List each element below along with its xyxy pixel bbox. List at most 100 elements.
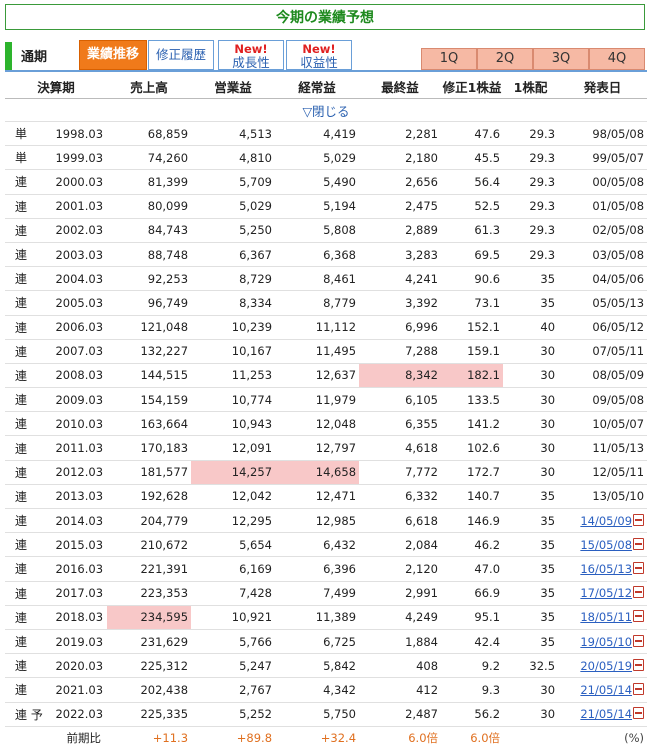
row-type: 連 xyxy=(5,605,49,630)
row-operating-profit: 10,167 xyxy=(191,339,276,364)
row-announce-date[interactable]: 19/05/10 xyxy=(558,629,648,655)
announce-date-text: 98/05/08 xyxy=(592,126,645,141)
row-ordinary-profit: 12,797 xyxy=(275,435,360,461)
announce-date-text[interactable]: 17/05/12 xyxy=(580,586,632,600)
announce-date-text: 10/05/07 xyxy=(592,416,645,431)
tab-full-year[interactable]: 通期 xyxy=(21,46,47,65)
quarter-2q-button[interactable]: 2Q xyxy=(477,48,533,70)
table-row: 連 2010.03 163,664 10,943 12,048 6,355 141.2 30 1… xyxy=(5,411,648,437)
row-type: 連 xyxy=(5,218,49,243)
announce-date-text[interactable]: 20/05/19 xyxy=(580,659,632,673)
row-operating-profit: 5,654 xyxy=(191,532,276,558)
pdf-icon[interactable] xyxy=(633,586,645,599)
row-announce-date[interactable]: 16/05/13 xyxy=(558,556,648,582)
row-operating-profit: 4,513 xyxy=(191,121,276,147)
row-period: 2007.03 xyxy=(49,339,108,364)
row-net-profit: 412 xyxy=(359,677,442,703)
announce-date-text: 13/05/10 xyxy=(592,489,645,504)
row-net-profit: 6,332 xyxy=(359,484,442,510)
row-sales: 80,099 xyxy=(107,194,192,219)
announce-date-text[interactable]: 19/05/10 xyxy=(580,635,632,649)
announce-date-text[interactable]: 21/05/14 xyxy=(580,707,632,721)
row-net-profit: 2,120 xyxy=(359,556,442,582)
row-announce-date[interactable]: 17/05/12 xyxy=(558,581,648,606)
summary-net: 6.0倍 xyxy=(408,731,439,746)
announce-date-text[interactable]: 18/05/11 xyxy=(580,610,632,624)
row-operating-profit: 10,774 xyxy=(191,387,276,413)
quarter-3q-button[interactable]: 3Q xyxy=(533,48,589,70)
announce-date-text[interactable]: 16/05/13 xyxy=(580,562,632,576)
row-dividend: 35 xyxy=(503,508,559,534)
pdf-icon[interactable] xyxy=(633,682,645,695)
pdf-icon[interactable] xyxy=(633,610,645,623)
row-sales: 181,577 xyxy=(107,460,192,485)
row-operating-profit: 10,943 xyxy=(191,411,276,437)
row-announce-date[interactable]: 20/05/19 xyxy=(558,653,648,679)
row-period: 2003.03 xyxy=(49,242,108,268)
announce-date-text[interactable]: 14/05/09 xyxy=(580,514,632,528)
collapse-toggle[interactable]: ▽閉じる xyxy=(5,98,648,122)
row-net-profit: 2,889 xyxy=(359,218,442,243)
earnings-panel: 今期の業績予想 通期 業績推移 修正履歴 New! 成長性 New! 収益性 1… xyxy=(0,0,652,745)
row-eps: 42.4 xyxy=(441,629,504,655)
row-eps: 140.7 xyxy=(441,484,504,510)
row-type: 連 xyxy=(5,363,49,389)
row-period: 2005.03 xyxy=(49,290,108,316)
announce-date-text[interactable]: 15/05/08 xyxy=(580,538,632,552)
pdf-icon[interactable] xyxy=(633,707,645,720)
row-announce-date[interactable]: 21/05/14 xyxy=(558,677,648,703)
row-operating-profit: 12,295 xyxy=(191,508,276,534)
pdf-icon[interactable] xyxy=(633,561,645,574)
row-net-profit: 2,281 xyxy=(359,121,442,147)
row-dividend: 30 xyxy=(503,460,559,485)
row-ordinary-profit: 6,368 xyxy=(275,242,360,268)
tab-growth[interactable]: New! 成長性 xyxy=(218,40,284,70)
row-period: 2018.03 xyxy=(49,605,108,630)
row-dividend: 29.3 xyxy=(503,121,559,147)
row-announce-date: 10/05/07 xyxy=(558,411,648,437)
pdf-icon[interactable] xyxy=(633,537,645,550)
table-row: 連 2016.03 221,391 6,169 6,396 2,120 47.0 35 16/0… xyxy=(5,556,648,582)
row-period: 2000.03 xyxy=(49,169,108,195)
row-ordinary-profit: 5,194 xyxy=(275,194,360,219)
header-dividend: 1株配 xyxy=(503,74,559,99)
row-eps: 9.2 xyxy=(441,653,504,679)
table-row: 連 2017.03 223,353 7,428 7,499 2,991 66.9 35 17/0… xyxy=(5,581,648,606)
table-row: 連 2000.03 81,399 5,709 5,490 2,656 56.4 29.3 00/… xyxy=(5,169,648,195)
row-eps: 159.1 xyxy=(441,339,504,364)
row-period: 2001.03 xyxy=(49,194,108,219)
row-type: 連 xyxy=(5,290,49,316)
quarter-1q-button[interactable]: 1Q xyxy=(421,48,477,70)
row-announce-date[interactable]: 21/05/14 xyxy=(558,702,648,727)
row-announce-date[interactable]: 14/05/09 xyxy=(558,508,648,534)
row-sales: 223,353 xyxy=(107,581,192,606)
row-operating-profit: 8,334 xyxy=(191,290,276,316)
row-net-profit: 2,180 xyxy=(359,145,442,171)
row-net-profit: 6,996 xyxy=(359,315,442,340)
row-sales: 74,260 xyxy=(107,145,192,171)
row-eps: 45.5 xyxy=(441,145,504,171)
row-net-profit: 7,288 xyxy=(359,339,442,364)
pdf-icon[interactable] xyxy=(633,658,645,671)
row-net-profit: 408 xyxy=(359,653,442,679)
row-net-profit: 3,283 xyxy=(359,242,442,268)
row-type: 連 xyxy=(5,532,49,558)
tab-revision-history[interactable]: 修正履歴 xyxy=(148,40,214,70)
quarter-4q-button[interactable]: 4Q xyxy=(589,48,645,70)
row-period: 2021.03 xyxy=(49,677,108,703)
row-ordinary-profit: 5,808 xyxy=(275,218,360,243)
row-announce-date[interactable]: 15/05/08 xyxy=(558,532,648,558)
row-announce-date: 04/05/06 xyxy=(558,266,648,292)
row-period: 2002.03 xyxy=(49,218,108,243)
pdf-icon[interactable] xyxy=(633,513,645,526)
header-eps: 修正1株益 xyxy=(441,74,504,99)
header-net-profit: 最終益 xyxy=(359,74,442,99)
row-dividend: 35 xyxy=(503,484,559,510)
row-dividend: 29.3 xyxy=(503,218,559,243)
tab-performance-history[interactable]: 業績推移 xyxy=(79,40,147,70)
pdf-icon[interactable] xyxy=(633,634,645,647)
table-row: 連 2014.03 204,779 12,295 12,985 6,618 146.9 35 1… xyxy=(5,508,648,534)
tab-profitability[interactable]: New! 収益性 xyxy=(286,40,352,70)
announce-date-text[interactable]: 21/05/14 xyxy=(580,683,632,697)
row-announce-date[interactable]: 18/05/11 xyxy=(558,605,648,630)
